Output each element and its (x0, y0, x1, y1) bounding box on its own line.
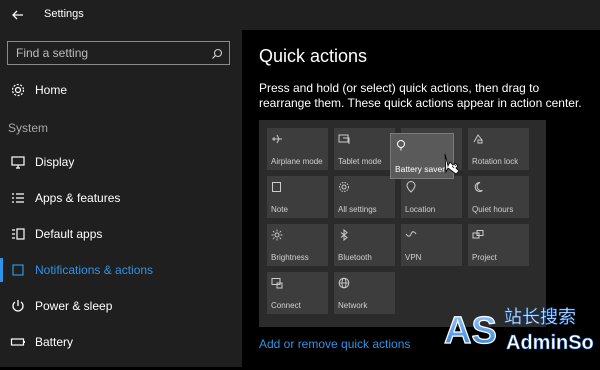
sidebar-item-label: Power & sleep (35, 299, 113, 313)
sidebar-item-notifications-actions[interactable]: Notifications & actions (0, 256, 242, 284)
tile-label: Tablet mode (338, 157, 382, 166)
sidebar-item-label: Home (35, 83, 68, 97)
tile-quiet-hours[interactable]: Quiet hours (468, 176, 529, 218)
back-arrow-icon[interactable] (10, 7, 26, 23)
page-title: Quick actions (259, 46, 368, 66)
location-icon (405, 180, 417, 193)
sidebar-item-label: Default apps (35, 227, 103, 241)
sidebar: Home System Display Apps & features Defa… (0, 30, 242, 367)
tile-all-settings[interactable]: All settings (334, 176, 395, 218)
tile-brightness[interactable]: Brightness (267, 224, 328, 266)
selection-indicator (0, 258, 3, 282)
sidebar-item-power-sleep[interactable]: Power & sleep (0, 292, 242, 320)
notifications-icon (10, 262, 26, 278)
window-title: Settings (44, 8, 84, 20)
gear-icon (10, 82, 26, 98)
tile-label: Bluetooth (338, 253, 372, 262)
tile-note[interactable]: Note (267, 176, 328, 218)
search-icon[interactable] (211, 47, 223, 59)
tile-tablet-mode[interactable]: Tablet mode (334, 128, 395, 170)
tile-label: Location (405, 205, 436, 214)
add-remove-quick-actions-link[interactable]: Add or remove quick actions (259, 337, 410, 351)
tile-label: Rotation lock (472, 157, 519, 166)
search-box (7, 41, 230, 65)
sidebar-item-label: Display (35, 155, 75, 169)
connect-icon (271, 276, 283, 289)
adminso-watermark-logo: AS 站长搜索 AdminSo (440, 301, 600, 365)
tile-label: Note (271, 205, 288, 214)
display-icon (10, 154, 26, 170)
default-apps-icon (10, 226, 26, 242)
apps-list-icon (10, 190, 26, 206)
tile-project[interactable]: Project (468, 224, 529, 266)
title-bar: Settings (0, 0, 600, 30)
watermark-brand-text: AdminSo (506, 332, 594, 354)
power-icon (10, 298, 26, 314)
tile-label: Network (338, 301, 368, 310)
section-heading: System (8, 121, 49, 135)
tile-label: Project (472, 253, 497, 262)
tile-rotation-lock[interactable]: Rotation lock (468, 128, 529, 170)
tile-label: Quiet hours (472, 205, 514, 214)
tile-label: Battery saver (395, 164, 446, 174)
note-icon (271, 180, 283, 192)
rotation-lock-icon (472, 132, 484, 144)
tile-label: Brightness (271, 253, 309, 262)
tile-airplane-mode[interactable]: Airplane mode (267, 128, 328, 170)
battery-icon (10, 334, 26, 350)
airplane-icon (271, 132, 283, 144)
tablet-mode-icon (338, 132, 350, 144)
sidebar-item-label: Apps & features (35, 191, 121, 205)
tile-label: All settings (338, 205, 377, 214)
sidebar-item-label: Battery (35, 335, 74, 349)
watermark-letters: AS (444, 310, 497, 352)
sidebar-item-battery[interactable]: Battery (0, 328, 242, 356)
tile-network[interactable]: Network (334, 272, 395, 314)
sidebar-item-home[interactable]: Home (0, 76, 242, 104)
tile-connect[interactable]: Connect (267, 272, 328, 314)
tile-bluetooth[interactable]: Bluetooth (334, 224, 395, 266)
tile-location[interactable]: Location (401, 176, 462, 218)
sidebar-item-apps-features[interactable]: Apps & features (0, 184, 242, 212)
moon-icon (472, 180, 484, 192)
tile-vpn[interactable]: VPN (401, 224, 462, 266)
gear-icon (338, 180, 350, 192)
globe-icon (338, 276, 350, 289)
vpn-icon (405, 228, 417, 240)
brightness-icon (271, 228, 283, 241)
tile-label: Connect (271, 301, 301, 310)
sidebar-item-label: Notifications & actions (35, 263, 154, 277)
sidebar-item-default-apps[interactable]: Default apps (0, 220, 242, 248)
quick-actions-grid: Airplane mode Tablet mode Rotation lock … (259, 120, 546, 327)
drag-hand-cursor-icon (439, 150, 465, 176)
watermark-cn-text: 站长搜索 (504, 307, 576, 328)
tile-label: Airplane mode (271, 157, 323, 166)
bluetooth-icon (338, 228, 350, 242)
project-icon (472, 228, 484, 240)
battery-saver-icon (395, 138, 407, 151)
description-text: Press and hold (or select) quick actions… (259, 81, 582, 110)
tile-label: VPN (405, 253, 422, 262)
sidebar-item-display[interactable]: Display (0, 148, 242, 176)
search-input[interactable] (16, 45, 201, 61)
